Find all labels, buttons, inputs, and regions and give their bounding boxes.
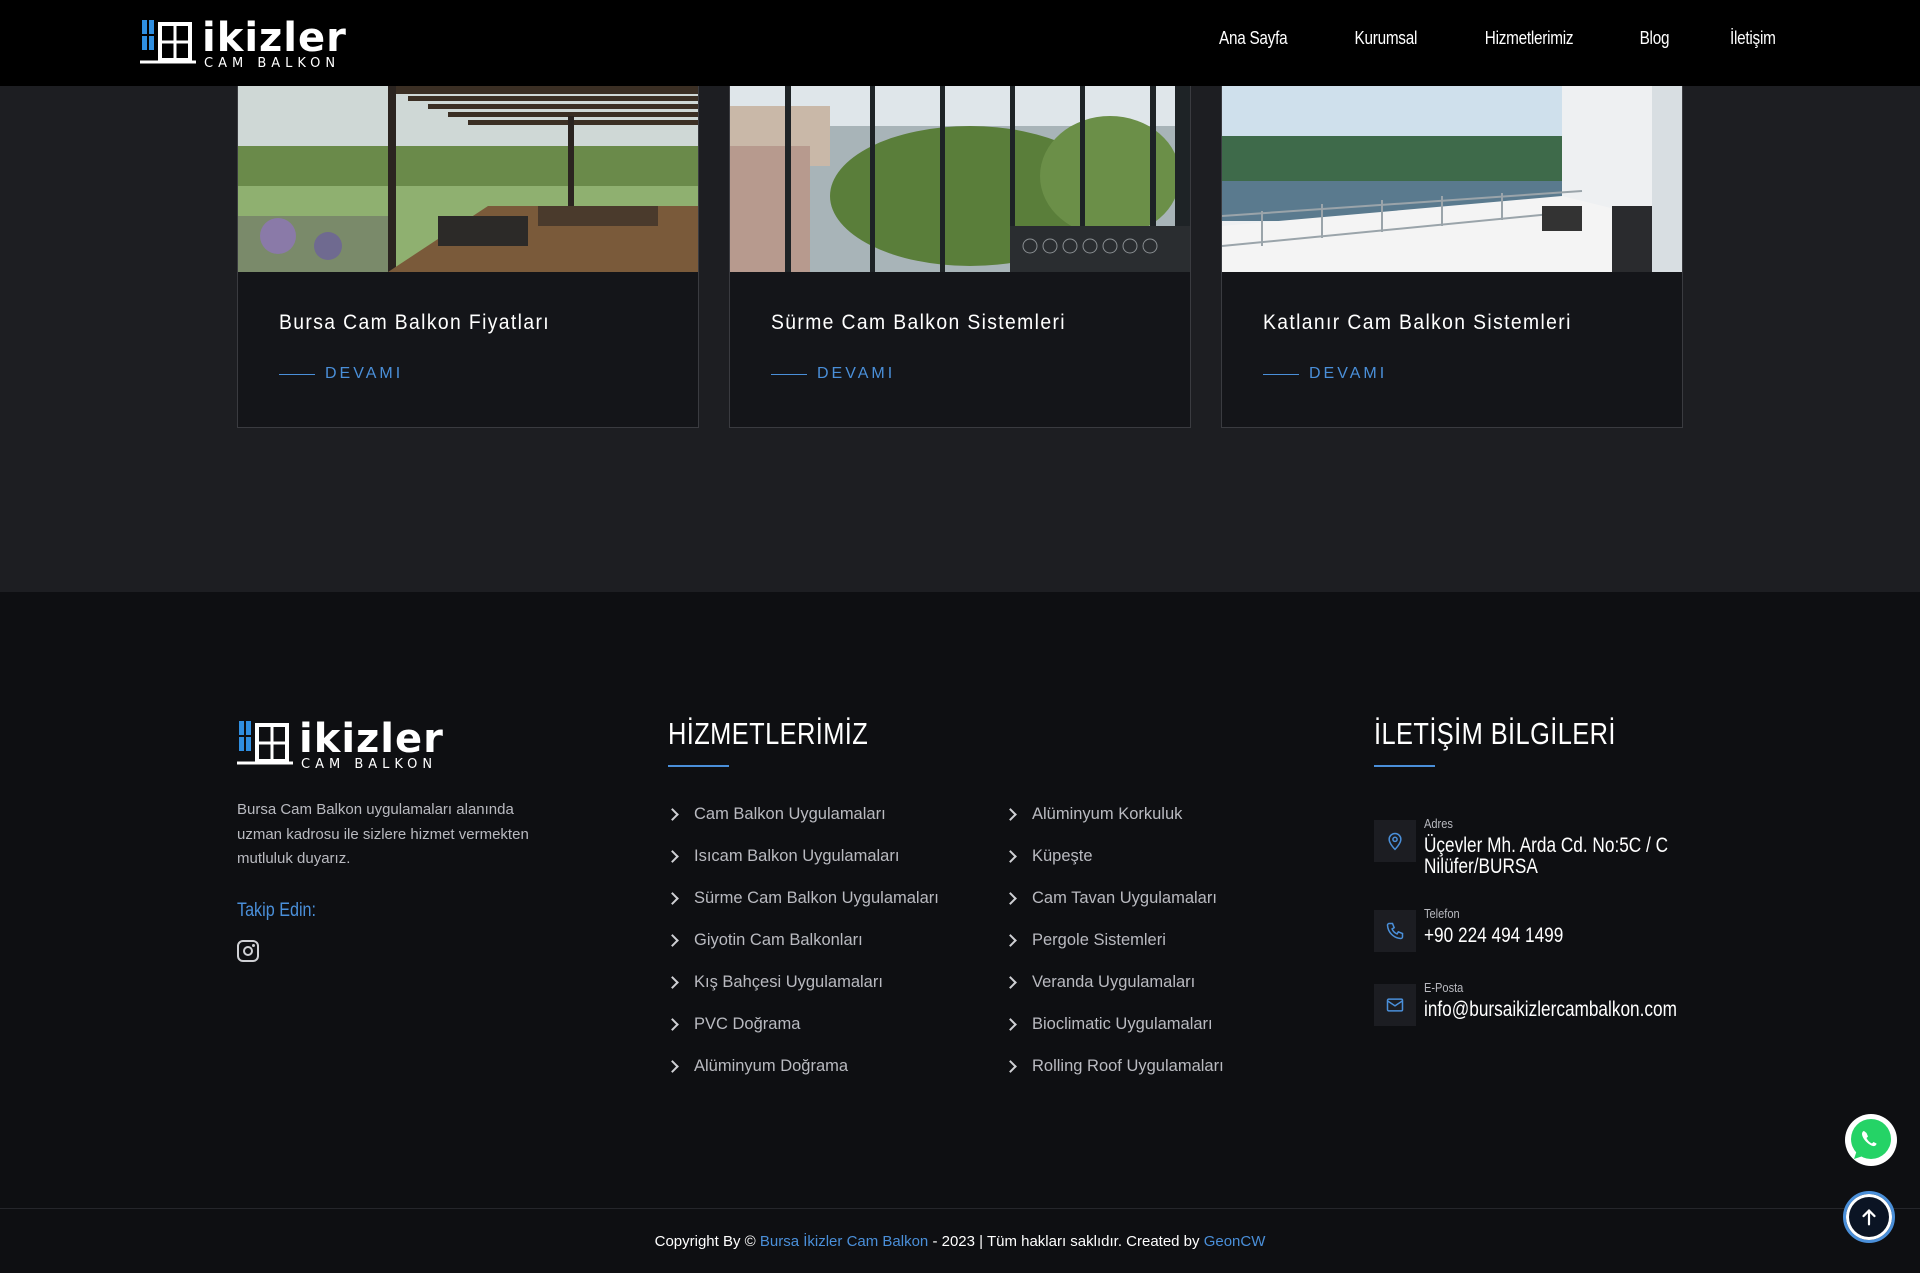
chevron-right-icon (666, 1017, 679, 1031)
header-logo[interactable]: ikizler CAM BALKON (140, 18, 347, 71)
logo-wordmark: ikizler (299, 716, 444, 762)
nav-services[interactable]: Hizmetlerimiz (1485, 28, 1574, 49)
card-image-sliding-glass[interactable] (730, 86, 1190, 272)
chevron-right-icon (1004, 1017, 1017, 1031)
nav-blog[interactable]: Blog (1639, 28, 1669, 49)
logo-tagline: CAM BALKON (301, 757, 438, 772)
whatsapp-button[interactable] (1845, 1114, 1897, 1166)
phone-number[interactable]: +90 224 494 1499 (1424, 925, 1563, 946)
contact-heading: İLETİŞİM BİLGİLERİ (1374, 716, 1616, 751)
logo-wordmark: ikizler (202, 15, 347, 61)
services-list-left: Cam Balkon Uygulamaları Isıcam Balkon Uy… (666, 793, 939, 1087)
service-link[interactable]: Pergole Sistemleri (1004, 919, 1224, 961)
follow-us-label: Takip Edin: (237, 900, 317, 921)
logo-window-icon (237, 719, 295, 767)
blog-card[interactable]: Bursa Cam Balkon Fiyatları DEVAMI (237, 86, 699, 428)
services-list-right: Alüminyum Korkuluk Küpeşte Cam Tavan Uyg… (1004, 793, 1224, 1087)
card-title[interactable]: Katlanır Cam Balkon Sistemleri (1263, 311, 1572, 335)
mail-icon (1374, 984, 1416, 1026)
footer-logo[interactable]: ikizler CAM BALKON (237, 719, 444, 772)
email-address[interactable]: info@bursaikizlercambalkon.com (1424, 999, 1677, 1020)
address-line-2: Nilüfer/BURSA (1424, 855, 1538, 878)
nav-contact[interactable]: İletişim (1730, 28, 1776, 49)
chevron-right-icon (1004, 891, 1017, 905)
contact-address: Adres Üçevler Mh. Arda Cd. No:5C / C Nil… (1374, 816, 1722, 878)
instagram-icon[interactable] (237, 940, 259, 962)
service-link[interactable]: Alüminyum Doğrama (666, 1045, 939, 1087)
creator-link[interactable]: GeonCW (1204, 1233, 1266, 1250)
read-more-label: DEVAMI (325, 365, 404, 382)
card-title[interactable]: Bursa Cam Balkon Fiyatları (279, 311, 550, 335)
address-label: Adres (1424, 816, 1453, 831)
nav-corporate[interactable]: Kurumsal (1354, 28, 1417, 49)
scroll-to-top-button[interactable] (1843, 1191, 1895, 1243)
logo-tagline: CAM BALKON (204, 56, 341, 71)
card-image-folding-glass-balcony[interactable] (1222, 86, 1682, 272)
chevron-right-icon (1004, 1059, 1017, 1073)
company-link[interactable]: Bursa İkizler Cam Balkon (760, 1233, 928, 1250)
service-link[interactable]: Veranda Uygulamaları (1004, 961, 1224, 1003)
contact-heading-underline (1374, 765, 1435, 767)
services-heading: HİZMETLERİMİZ (668, 716, 869, 751)
read-more-line (279, 373, 315, 375)
copyright-bar: Copyright By © Bursa İkizler Cam Balkon … (0, 1208, 1920, 1273)
chevron-right-icon (1004, 807, 1017, 821)
read-more-label: DEVAMI (1309, 365, 1388, 382)
service-link[interactable]: Kış Bahçesi Uygulamaları (666, 961, 939, 1003)
phone-icon (1374, 910, 1416, 952)
service-link[interactable]: Alüminyum Korkuluk (1004, 793, 1224, 835)
card-read-more[interactable]: DEVAMI (771, 365, 895, 383)
site-header: ikizler CAM BALKON Ana Sayfa Kurumsal Hi… (0, 0, 1920, 86)
service-link[interactable]: Rolling Roof Uygulamaları (1004, 1045, 1224, 1087)
whatsapp-icon (1851, 1119, 1891, 1159)
services-heading-underline (668, 765, 729, 767)
phone-label: Telefon (1424, 906, 1460, 921)
read-more-line (771, 373, 807, 375)
chevron-right-icon (1004, 849, 1017, 863)
contact-phone: Telefon +90 224 494 1499 (1374, 906, 1594, 952)
footer-about-text: Bursa Cam Balkon uygulamaları alanında u… (237, 801, 529, 867)
service-link[interactable]: Giyotin Cam Balkonları (666, 919, 939, 961)
email-label: E-Posta (1424, 980, 1464, 995)
chevron-right-icon (666, 933, 679, 947)
map-pin-icon (1374, 820, 1416, 862)
blog-card[interactable]: Katlanır Cam Balkon Sistemleri DEVAMI (1221, 86, 1683, 428)
service-link[interactable]: Cam Balkon Uygulamaları (666, 793, 939, 835)
nav-home[interactable]: Ana Sayfa (1219, 28, 1288, 49)
chevron-right-icon (1004, 975, 1017, 989)
card-read-more[interactable]: DEVAMI (1263, 365, 1387, 383)
read-more-label: DEVAMI (817, 365, 896, 382)
chevron-right-icon (1004, 933, 1017, 947)
service-link[interactable]: PVC Doğrama (666, 1003, 939, 1045)
chevron-right-icon (666, 975, 679, 989)
chevron-right-icon (666, 891, 679, 905)
card-read-more[interactable]: DEVAMI (279, 365, 403, 383)
card-title[interactable]: Sürme Cam Balkon Sistemleri (771, 311, 1066, 335)
logo-window-icon (140, 18, 198, 66)
copyright-text: Copyright By © Bursa İkizler Cam Balkon … (654, 1233, 1266, 1250)
main-nav: Ana Sayfa Kurumsal Hizmetlerimiz Blog İl… (1213, 28, 1780, 49)
read-more-line (1263, 373, 1299, 375)
service-link[interactable]: Cam Tavan Uygulamaları (1004, 877, 1224, 919)
service-link[interactable]: Küpeşte (1004, 835, 1224, 877)
address-line-1: Üçevler Mh. Arda Cd. No:5C / C (1424, 834, 1669, 857)
service-link[interactable]: Sürme Cam Balkon Uygulamaları (666, 877, 939, 919)
chevron-right-icon (666, 849, 679, 863)
blog-card[interactable]: Sürme Cam Balkon Sistemleri DEVAMI (729, 86, 1191, 428)
service-link[interactable]: Bioclimatic Uygulamaları (1004, 1003, 1224, 1045)
chevron-right-icon (666, 807, 679, 821)
contact-email: E-Posta info@bursaikizlercambalkon.com (1374, 980, 1732, 1026)
card-image-pergola-terrace[interactable] (238, 86, 698, 272)
chevron-right-icon (666, 1059, 679, 1073)
service-link[interactable]: Isıcam Balkon Uygulamaları (666, 835, 939, 877)
arrow-up-icon (1862, 1209, 1876, 1226)
site-footer: ikizler CAM BALKON Bursa Cam Balkon uygu… (0, 592, 1920, 1208)
